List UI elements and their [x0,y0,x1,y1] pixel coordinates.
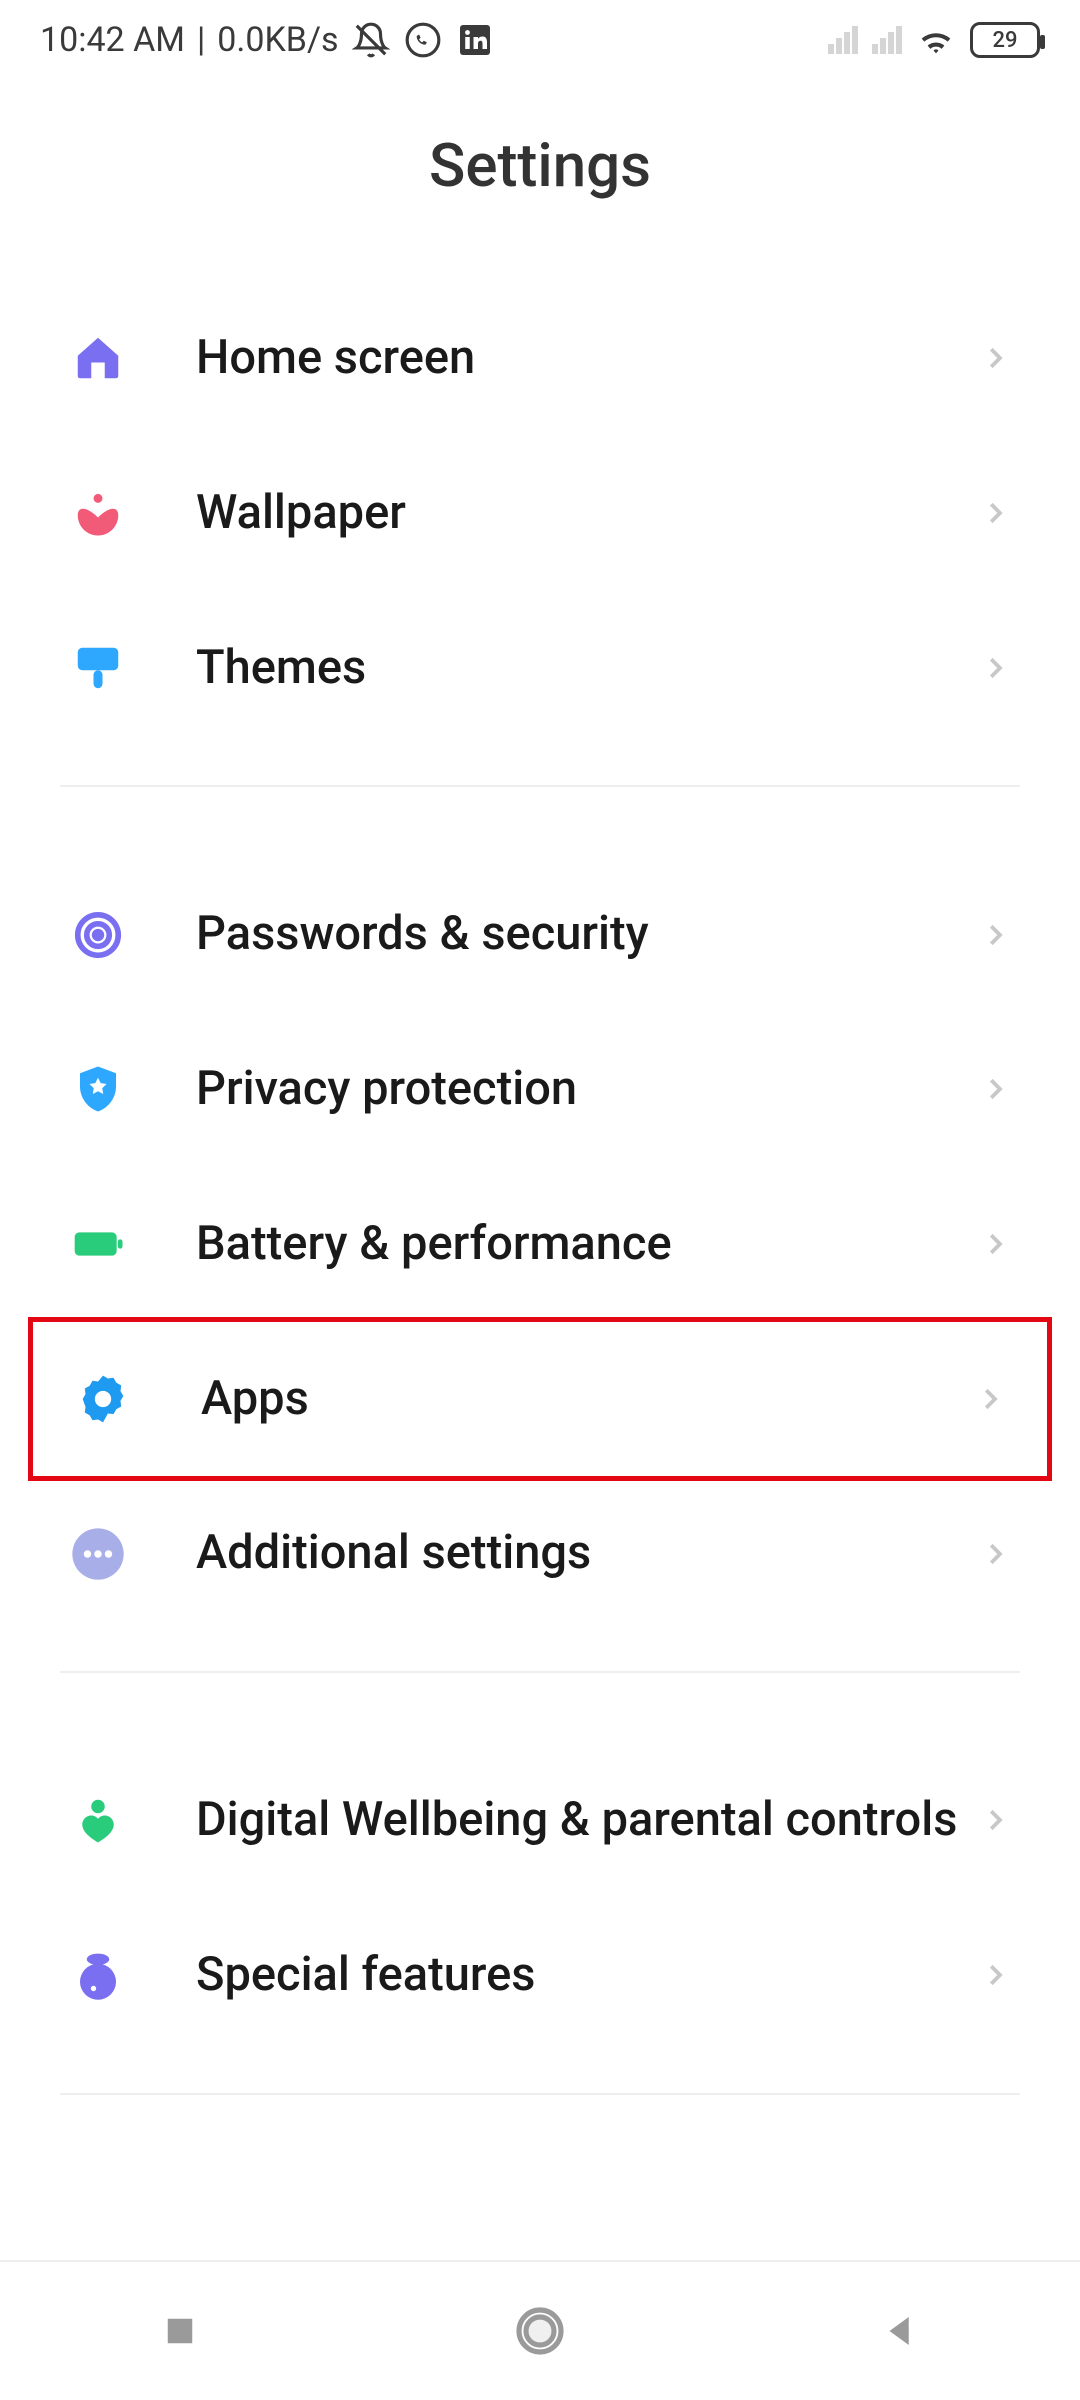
chevron-right-icon [980,653,1010,683]
divider [60,1671,1020,1673]
item-label: Apps [201,1370,975,1429]
dots-icon [70,1526,126,1582]
settings-item-digital-wellbeing[interactable]: Digital Wellbeing & parental controls [60,1743,1020,1898]
chevron-right-icon [980,498,1010,528]
highlight-box: Apps [28,1317,1052,1482]
settings-item-wallpaper[interactable]: Wallpaper [60,436,1020,591]
linkedin-icon [455,20,495,60]
battery-indicator: 29 [970,22,1040,58]
settings-item-home-screen[interactable]: Home screen [60,281,1020,436]
item-label: Passwords & security [196,905,980,964]
divider [60,785,1020,787]
status-right: 29 [828,20,1040,60]
nav-back-button[interactable] [870,2301,930,2361]
status-left: 10:42 AM | 0.0KB/s [40,20,495,60]
flask-icon [70,1947,126,2003]
wifi-icon [916,20,956,60]
fingerprint-icon [70,907,126,963]
brush-icon [70,640,126,696]
divider [60,2093,1020,2095]
page-title: Settings [0,130,1080,201]
item-label: Wallpaper [196,484,980,543]
settings-item-battery-performance[interactable]: Battery & performance [60,1167,1020,1322]
battery-level: 29 [992,28,1017,53]
chevron-right-icon [980,1229,1010,1259]
nav-recent-button[interactable] [150,2301,210,2361]
status-netspeed: 0.0KB/s [217,20,338,60]
item-label: Additional settings [196,1524,980,1583]
signal-icon-1 [828,26,858,54]
bell-off-icon [351,20,391,60]
signal-icon-2 [872,26,902,54]
chevron-right-icon [980,1074,1010,1104]
settings-list: Home screen Wallpaper Themes Passwords &… [0,281,1080,2095]
home-icon [70,330,126,386]
chevron-right-icon [980,1960,1010,1990]
whatsapp-icon [403,20,443,60]
nav-home-button[interactable] [510,2301,570,2361]
chevron-right-icon [980,343,1010,373]
item-label: Battery & performance [196,1215,980,1274]
nav-bar [0,2260,1080,2400]
battery-icon [70,1216,126,1272]
item-label: Home screen [196,329,980,388]
settings-item-apps[interactable]: Apps [65,1322,1015,1477]
chevron-right-icon [980,920,1010,950]
shield-icon [70,1061,126,1117]
flower-icon [70,485,126,541]
status-time: 10:42 AM [40,20,185,60]
chevron-right-icon [975,1384,1005,1414]
settings-item-additional-settings[interactable]: Additional settings [60,1476,1020,1631]
item-label: Themes [196,639,980,698]
settings-item-special-features[interactable]: Special features [60,1898,1020,2053]
gear-icon [75,1371,131,1427]
settings-item-passwords-security[interactable]: Passwords & security [60,857,1020,1012]
item-label: Privacy protection [196,1060,980,1119]
heart-person-icon [70,1792,126,1848]
status-bar: 10:42 AM | 0.0KB/s [0,0,1080,70]
settings-item-themes[interactable]: Themes [60,591,1020,746]
settings-item-privacy-protection[interactable]: Privacy protection [60,1012,1020,1167]
item-label: Digital Wellbeing & parental controls [196,1791,980,1850]
chevron-right-icon [980,1805,1010,1835]
chevron-right-icon [980,1539,1010,1569]
item-label: Special features [196,1946,980,2005]
status-separator: | [197,20,205,60]
